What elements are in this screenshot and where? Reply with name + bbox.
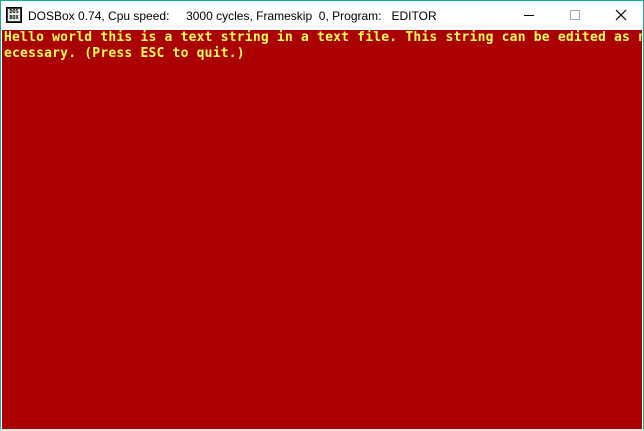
maximize-button[interactable]	[552, 1, 598, 30]
title-bar[interactable]: DOS BOX DOSBox 0.74, Cpu speed: 3000 cyc…	[1, 1, 643, 30]
screen-line-2: ecessary. (Press ESC to quit.)	[4, 46, 245, 61]
screen-line-1: Hello world this is a text string in a t…	[4, 30, 642, 45]
minimize-button[interactable]	[506, 1, 552, 30]
maximize-icon	[570, 10, 580, 20]
close-icon	[615, 9, 627, 21]
close-button[interactable]	[598, 1, 644, 30]
dos-screen[interactable]: Hello world this is a text string in a t…	[2, 30, 642, 430]
window-title: DOSBox 0.74, Cpu speed: 3000 cycles, Fra…	[28, 9, 437, 23]
dosbox-icon-label: DOS BOX	[8, 9, 20, 21]
dosbox-window: DOS BOX DOSBox 0.74, Cpu speed: 3000 cyc…	[0, 0, 644, 431]
minimize-icon	[524, 15, 534, 16]
dosbox-icon[interactable]: DOS BOX	[6, 7, 22, 23]
